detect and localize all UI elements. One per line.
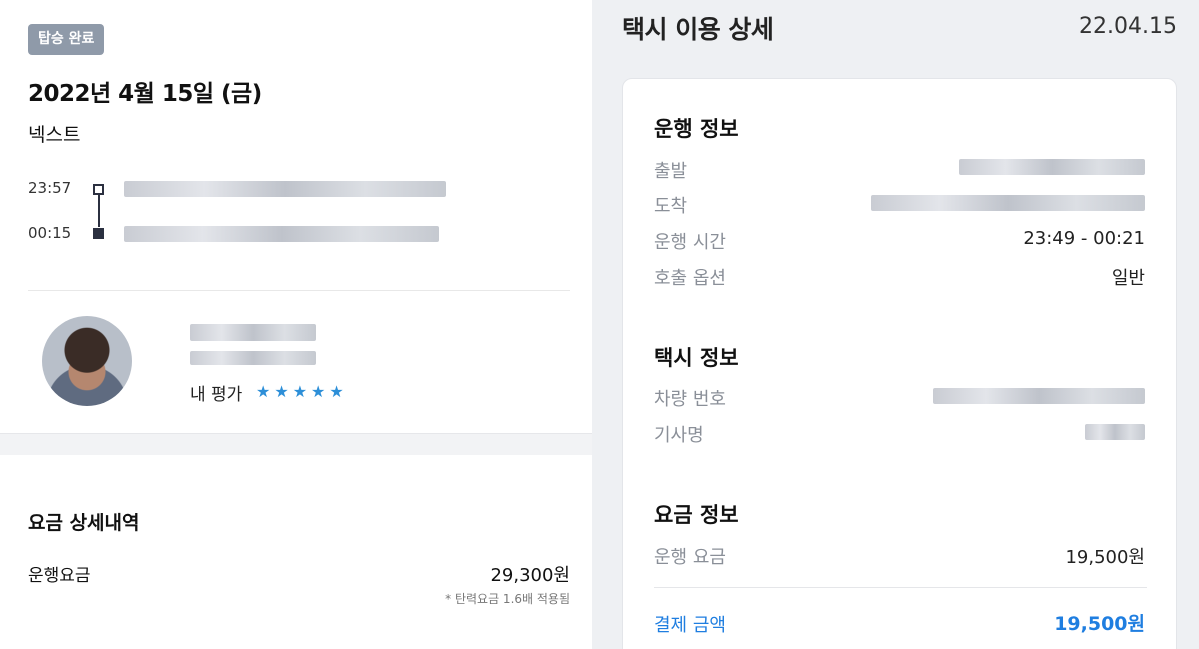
usage-detail-card: 운행 정보 출발 도착 운행 시간 23:49 - 00:21 호출 옵션 일반… xyxy=(622,78,1177,649)
page-title: 택시 이용 상세 xyxy=(622,15,774,44)
my-rating-label: 내 평가 xyxy=(190,385,243,405)
fare-value: 19,500원 xyxy=(1065,547,1145,568)
destination-marker-icon xyxy=(93,228,104,239)
fare-label: 운행요금 xyxy=(28,566,91,586)
payment-amount-value: 19,500원 xyxy=(1054,613,1145,635)
divider xyxy=(28,290,570,291)
status-badge: 탑승 완료 xyxy=(28,24,105,55)
taxi-info-title: 택시 정보 xyxy=(654,346,739,370)
depart-address-redacted xyxy=(959,159,1145,175)
usage-date: 22.04.15 xyxy=(1079,14,1177,39)
fare-value: 29,300원 xyxy=(490,565,570,586)
arrive-address-redacted xyxy=(871,195,1145,211)
driver-vehicle-redacted xyxy=(190,351,316,365)
driver-avatar xyxy=(42,316,132,406)
plate-number-redacted xyxy=(933,388,1145,404)
arrive-time: 00:15 xyxy=(28,224,72,242)
origin-address-redacted xyxy=(124,181,446,197)
section-gap xyxy=(0,433,592,455)
ride-date: 2022년 4월 15일 (금) xyxy=(28,81,262,107)
driver-name-label: 기사명 xyxy=(654,425,704,446)
fare-label: 운행 요금 xyxy=(654,547,726,568)
driver-name-redacted xyxy=(190,324,316,341)
fare-info-title: 요금 정보 xyxy=(654,503,739,527)
ride-detail-panel: 탑승 완료 2022년 4월 15일 (금) 넥스트 23:57 00:15 내… xyxy=(0,0,592,649)
depart-time: 23:57 xyxy=(28,179,72,197)
payment-amount-label: 결제 금액 xyxy=(654,615,726,636)
service-name: 넥스트 xyxy=(28,124,81,146)
duration-value: 23:49 - 00:21 xyxy=(1023,228,1145,249)
fare-detail-title: 요금 상세내역 xyxy=(28,512,140,534)
route-timeline: 23:57 00:15 xyxy=(28,176,568,246)
divider xyxy=(654,587,1147,588)
rating-stars-icon: ★★★★★ xyxy=(256,382,348,401)
arrive-label: 도착 xyxy=(654,196,688,217)
plate-label: 차량 번호 xyxy=(654,389,726,410)
taxi-usage-panel: 택시 이용 상세 22.04.15 운행 정보 출발 도착 운행 시간 23:4… xyxy=(592,0,1199,649)
route-line xyxy=(98,195,100,227)
call-option-value: 일반 xyxy=(1111,268,1145,289)
destination-address-redacted xyxy=(124,226,439,242)
depart-label: 출발 xyxy=(654,161,688,182)
trip-info-title: 운행 정보 xyxy=(654,117,739,141)
duration-label: 운행 시간 xyxy=(654,232,726,253)
driver-name-value-redacted xyxy=(1085,424,1145,440)
surge-note: * 탄력요금 1.6배 적용됨 xyxy=(445,592,570,606)
origin-marker-icon xyxy=(93,184,104,195)
call-option-label: 호출 옵션 xyxy=(654,268,726,289)
